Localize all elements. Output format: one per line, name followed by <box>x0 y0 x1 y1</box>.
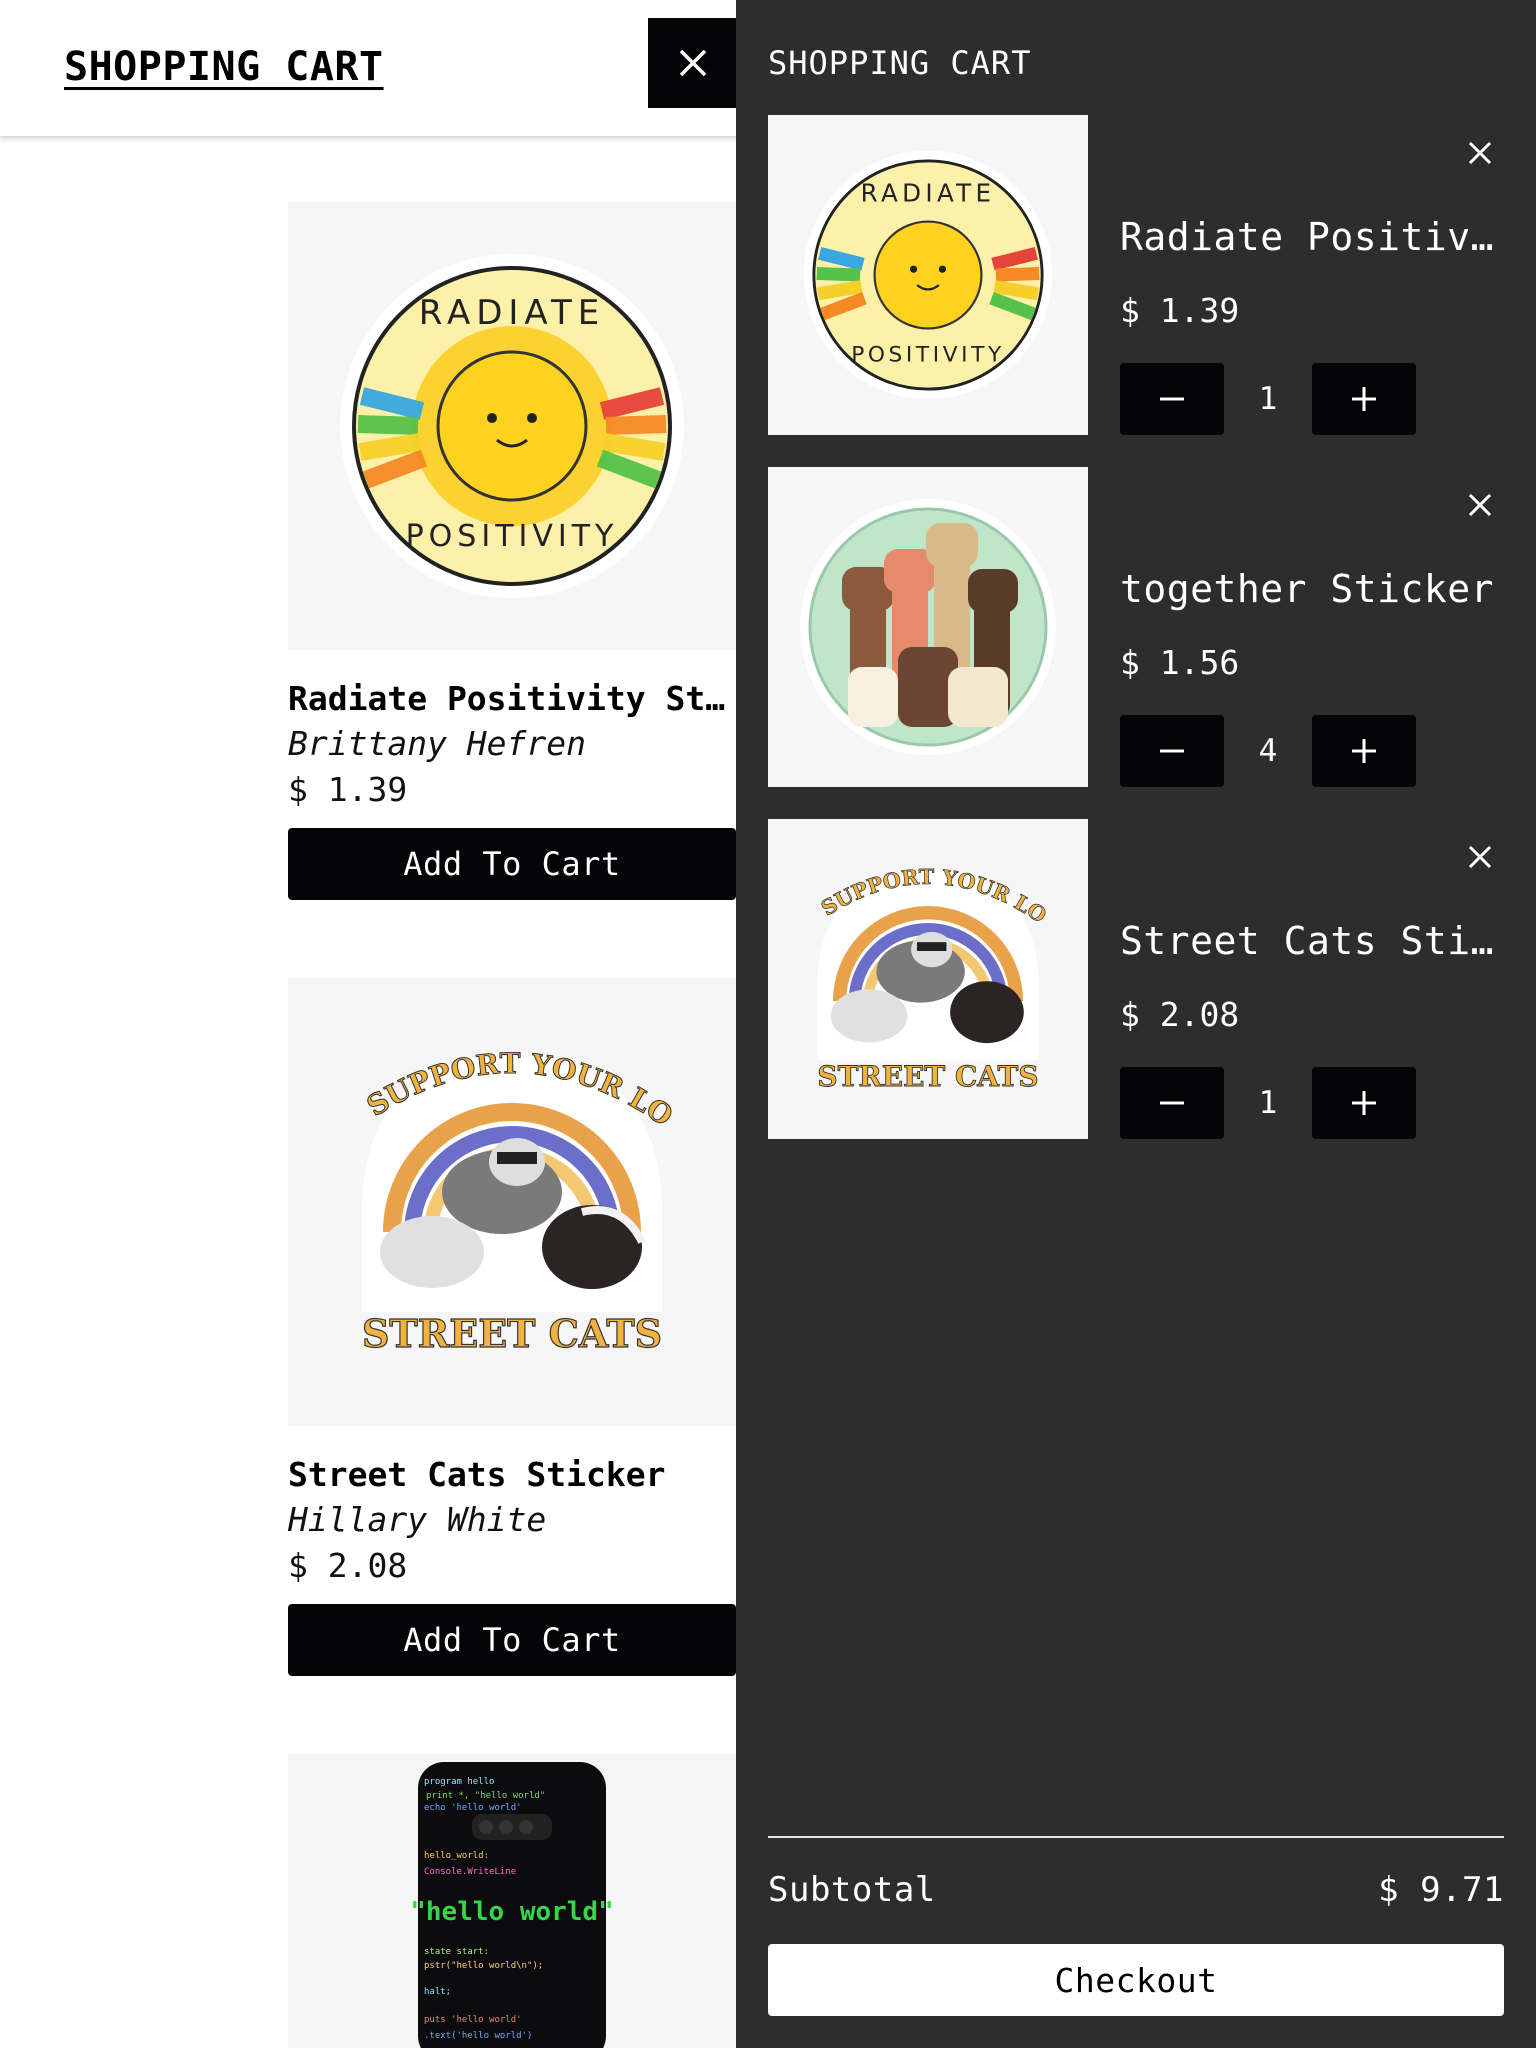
cart-item-title[interactable]: together Sticker <box>1120 567 1504 611</box>
svg-text:program hello: program hello <box>424 1777 494 1787</box>
product-image[interactable]: program hello print *, "hello world" ech… <box>288 1754 736 2048</box>
increase-quantity-button[interactable] <box>1312 1067 1416 1139</box>
checkout-button[interactable]: Checkout <box>768 1944 1504 2016</box>
cart-item: RADIATE POSITIVITY Radiate Positivity St… <box>768 115 1504 435</box>
minus-icon <box>1160 749 1184 753</box>
cart-item-price: $ 1.56 <box>1120 643 1240 682</box>
subtotal-label: Subtotal <box>768 1870 936 1910</box>
svg-text:STREET CATS: STREET CATS <box>817 1060 1038 1093</box>
product-name[interactable]: Street Cats Sticker <box>288 1454 736 1496</box>
svg-text:POSITIVITY: POSITIVITY <box>851 343 1005 368</box>
product-card: RADIATE POSITIVITY Radiate Positivity St… <box>288 202 736 900</box>
decrease-quantity-button[interactable] <box>1120 1067 1224 1139</box>
product-card: SUPPORT YOUR LOCAL STREET CATS Street Ca… <box>288 978 736 1676</box>
svg-text:STREET CATS: STREET CATS <box>362 1311 662 1356</box>
remove-item-button[interactable] <box>1460 485 1500 525</box>
svg-text:echo 'hello world': echo 'hello world' <box>424 1803 522 1813</box>
plus-icon <box>1352 739 1376 763</box>
minus-icon <box>1160 1101 1184 1105</box>
product-artist: Brittany Hefren <box>288 724 587 763</box>
cart-item: together Sticker $ 1.56 4 <box>768 467 1504 787</box>
product-price: $ 1.39 <box>288 770 408 809</box>
cart-item-price: $ 2.08 <box>1120 995 1240 1034</box>
product-artist: Hillary White <box>288 1500 547 1539</box>
svg-text:pstr("hello world\n");: pstr("hello world\n"); <box>424 1961 543 1971</box>
page-title: SHOPPING CART <box>64 44 384 90</box>
cart-item: SUPPORT YOUR LOCAL STREET CATS Street Ca… <box>768 819 1504 1139</box>
product-card: program hello print *, "hello world" ech… <box>288 1754 736 2048</box>
cart-item-image[interactable]: SUPPORT YOUR LOCAL STREET CATS <box>768 819 1088 1139</box>
cart-item-price: $ 1.39 <box>1120 291 1240 330</box>
remove-item-button[interactable] <box>1460 837 1500 877</box>
plus-icon <box>1352 1091 1376 1115</box>
minus-icon <box>1160 397 1184 401</box>
increase-quantity-button[interactable] <box>1312 715 1416 787</box>
cart-title: SHOPPING CART <box>768 44 1032 82</box>
svg-text:"hello world": "hello world" <box>410 1897 614 1927</box>
street-cats-sticker-image: SUPPORT YOUR LOCAL STREET CATS <box>322 1012 679 1357</box>
svg-text:RADIATE: RADIATE <box>861 178 996 207</box>
subtotal-divider <box>768 1836 1504 1838</box>
close-icon <box>1468 845 1492 869</box>
svg-text:print *, "hello world": print *, "hello world" <box>426 1791 545 1801</box>
hello-world-phone-case-image: program hello print *, "hello world" ech… <box>410 1762 614 2048</box>
svg-text:Console.WriteLine: Console.WriteLine <box>424 1867 516 1877</box>
close-cart-button[interactable] <box>648 18 738 108</box>
decrease-quantity-button[interactable] <box>1120 715 1224 787</box>
quantity-value: 1 <box>1258 381 1278 417</box>
radiate-positivity-thumb: RADIATE POSITIVITY <box>803 150 1053 400</box>
cart-item-title[interactable]: Street Cats Sticker <box>1120 919 1504 963</box>
svg-text:hello_world:: hello_world: <box>424 1851 489 1861</box>
add-to-cart-button[interactable]: Add To Cart <box>288 828 736 900</box>
product-price: $ 2.08 <box>288 1546 408 1585</box>
quantity-value: 1 <box>1258 1085 1278 1121</box>
svg-text:.text('hello world'): .text('hello world') <box>424 2031 532 2041</box>
svg-text:RADIATE: RADIATE <box>419 293 606 333</box>
remove-item-button[interactable] <box>1460 133 1500 173</box>
quantity-value: 4 <box>1258 733 1278 769</box>
product-image[interactable]: RADIATE POSITIVITY <box>288 202 736 650</box>
plus-icon <box>1352 387 1376 411</box>
close-icon <box>679 49 707 77</box>
street-cats-thumb: SUPPORT YOUR LOCAL STREET CATS <box>788 839 1051 1093</box>
svg-text:puts 'hello world': puts 'hello world' <box>424 2015 522 2025</box>
cart-item-title[interactable]: Radiate Positivity Sticker <box>1120 215 1504 259</box>
cart-item-image[interactable]: RADIATE POSITIVITY <box>768 115 1088 435</box>
product-name[interactable]: Radiate Positivity Sticker <box>288 678 736 720</box>
cart-drawer: SHOPPING CART RADIATE POSITIVITY Radiate… <box>736 0 1536 2048</box>
close-icon <box>1468 493 1492 517</box>
increase-quantity-button[interactable] <box>1312 363 1416 435</box>
svg-text:state start:: state start: <box>424 1947 489 1957</box>
close-icon <box>1468 141 1492 165</box>
svg-text:POSITIVITY: POSITIVITY <box>406 519 619 554</box>
add-to-cart-button[interactable]: Add To Cart <box>288 1604 736 1676</box>
radiate-positivity-sticker-image: RADIATE POSITIVITY <box>340 254 684 598</box>
svg-text:halt;: halt; <box>424 1987 451 1997</box>
cart-item-image[interactable] <box>768 467 1088 787</box>
product-image[interactable]: SUPPORT YOUR LOCAL STREET CATS <box>288 978 736 1426</box>
subtotal-value: $ 9.71 <box>1378 1870 1504 1910</box>
decrease-quantity-button[interactable] <box>1120 363 1224 435</box>
together-fists-thumb <box>800 499 1056 755</box>
